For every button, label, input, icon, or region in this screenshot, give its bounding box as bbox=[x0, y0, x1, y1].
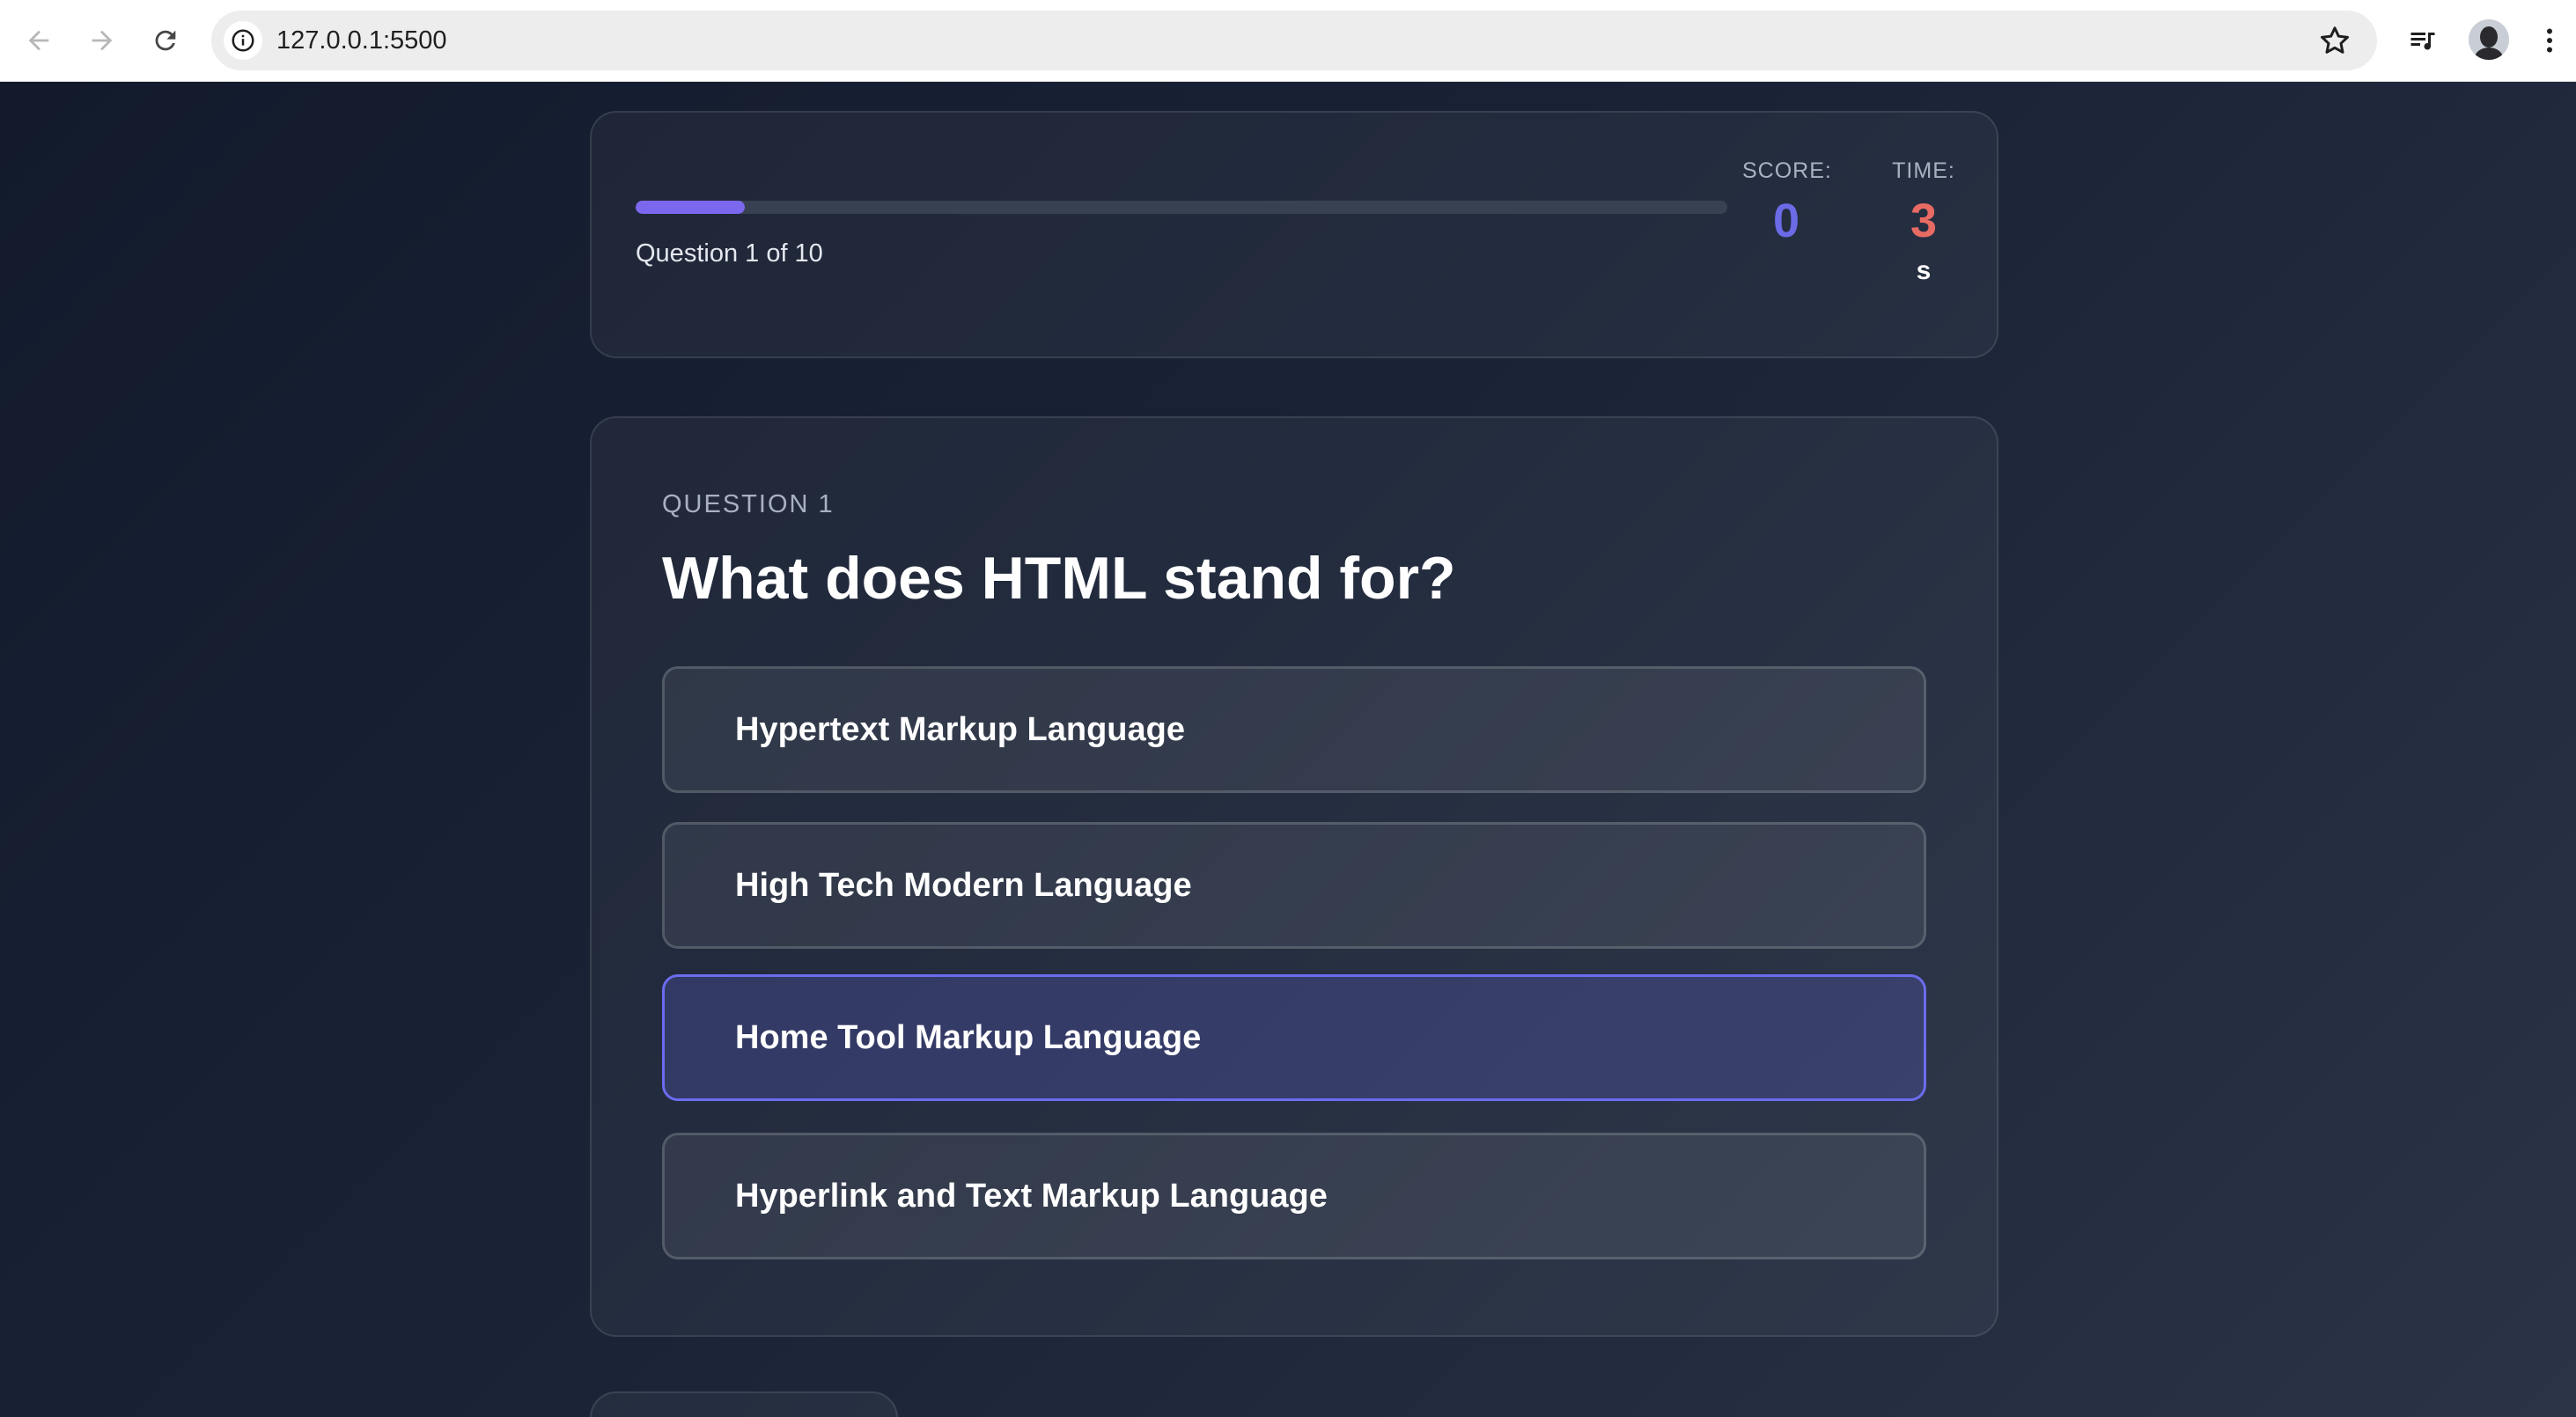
next-button-partial[interactable] bbox=[590, 1391, 898, 1417]
time-unit: s bbox=[1916, 256, 1932, 285]
time-value: 3 bbox=[1910, 195, 1938, 247]
site-info-button[interactable] bbox=[224, 21, 262, 60]
answer-option[interactable]: Hypertext Markup Language bbox=[662, 666, 1926, 793]
time-label: TIME: bbox=[1892, 158, 1955, 183]
quiz-status-card: Question 1 of 10 SCORE: 0 TIME: 3 s bbox=[590, 111, 1998, 358]
forward-button[interactable] bbox=[77, 16, 127, 65]
quiz-page: Question 1 of 10 SCORE: 0 TIME: 3 s QUES… bbox=[0, 82, 2576, 1417]
arrow-left-icon bbox=[28, 30, 49, 51]
back-button[interactable] bbox=[14, 16, 63, 65]
answer-option[interactable]: High Tech Modern Language bbox=[662, 822, 1926, 949]
kebab-menu-icon bbox=[2547, 28, 2552, 53]
answer-option[interactable]: Home Tool Markup Language bbox=[662, 974, 1926, 1101]
score-display: SCORE: 0 bbox=[1742, 157, 1832, 252]
media-queue-button[interactable] bbox=[2400, 18, 2446, 63]
answer-option-label: Hyperlink and Text Markup Language bbox=[735, 1178, 1328, 1215]
progress-text: Question 1 of 10 bbox=[636, 239, 823, 268]
star-icon[interactable] bbox=[2317, 23, 2352, 58]
media-queue-icon bbox=[2410, 33, 2435, 50]
answer-option-label: Hypertext Markup Language bbox=[735, 711, 1185, 748]
url-text[interactable]: 127.0.0.1:5500 bbox=[276, 25, 447, 56]
answer-option[interactable]: Hyperlink and Text Markup Language bbox=[662, 1133, 1926, 1259]
score-label: SCORE: bbox=[1742, 158, 1832, 183]
answer-option-label: High Tech Modern Language bbox=[735, 867, 1192, 904]
time-display: TIME: 3 s bbox=[1888, 157, 1959, 289]
arrow-right-icon bbox=[92, 30, 113, 51]
reload-button[interactable] bbox=[141, 16, 190, 65]
profile-avatar-icon bbox=[2469, 19, 2509, 60]
browser-menu-button[interactable] bbox=[2527, 18, 2572, 63]
question-number: QUESTION 1 bbox=[662, 490, 835, 518]
address-bar[interactable]: 127.0.0.1:5500 bbox=[211, 11, 2377, 70]
avatar[interactable] bbox=[2469, 19, 2509, 60]
answer-option-label: Home Tool Markup Language bbox=[735, 1019, 1202, 1056]
progress-bar-fill bbox=[636, 201, 745, 214]
score-value: 0 bbox=[1772, 195, 1800, 247]
question-title: What does HTML stand for? bbox=[662, 545, 1456, 612]
browser-toolbar: 127.0.0.1:5500 bbox=[0, 0, 2576, 82]
info-icon bbox=[232, 29, 254, 52]
reload-icon bbox=[155, 30, 176, 51]
question-card: QUESTION 1 What does HTML stand for? Hyp… bbox=[590, 416, 1998, 1337]
progress-bar bbox=[636, 201, 1727, 214]
